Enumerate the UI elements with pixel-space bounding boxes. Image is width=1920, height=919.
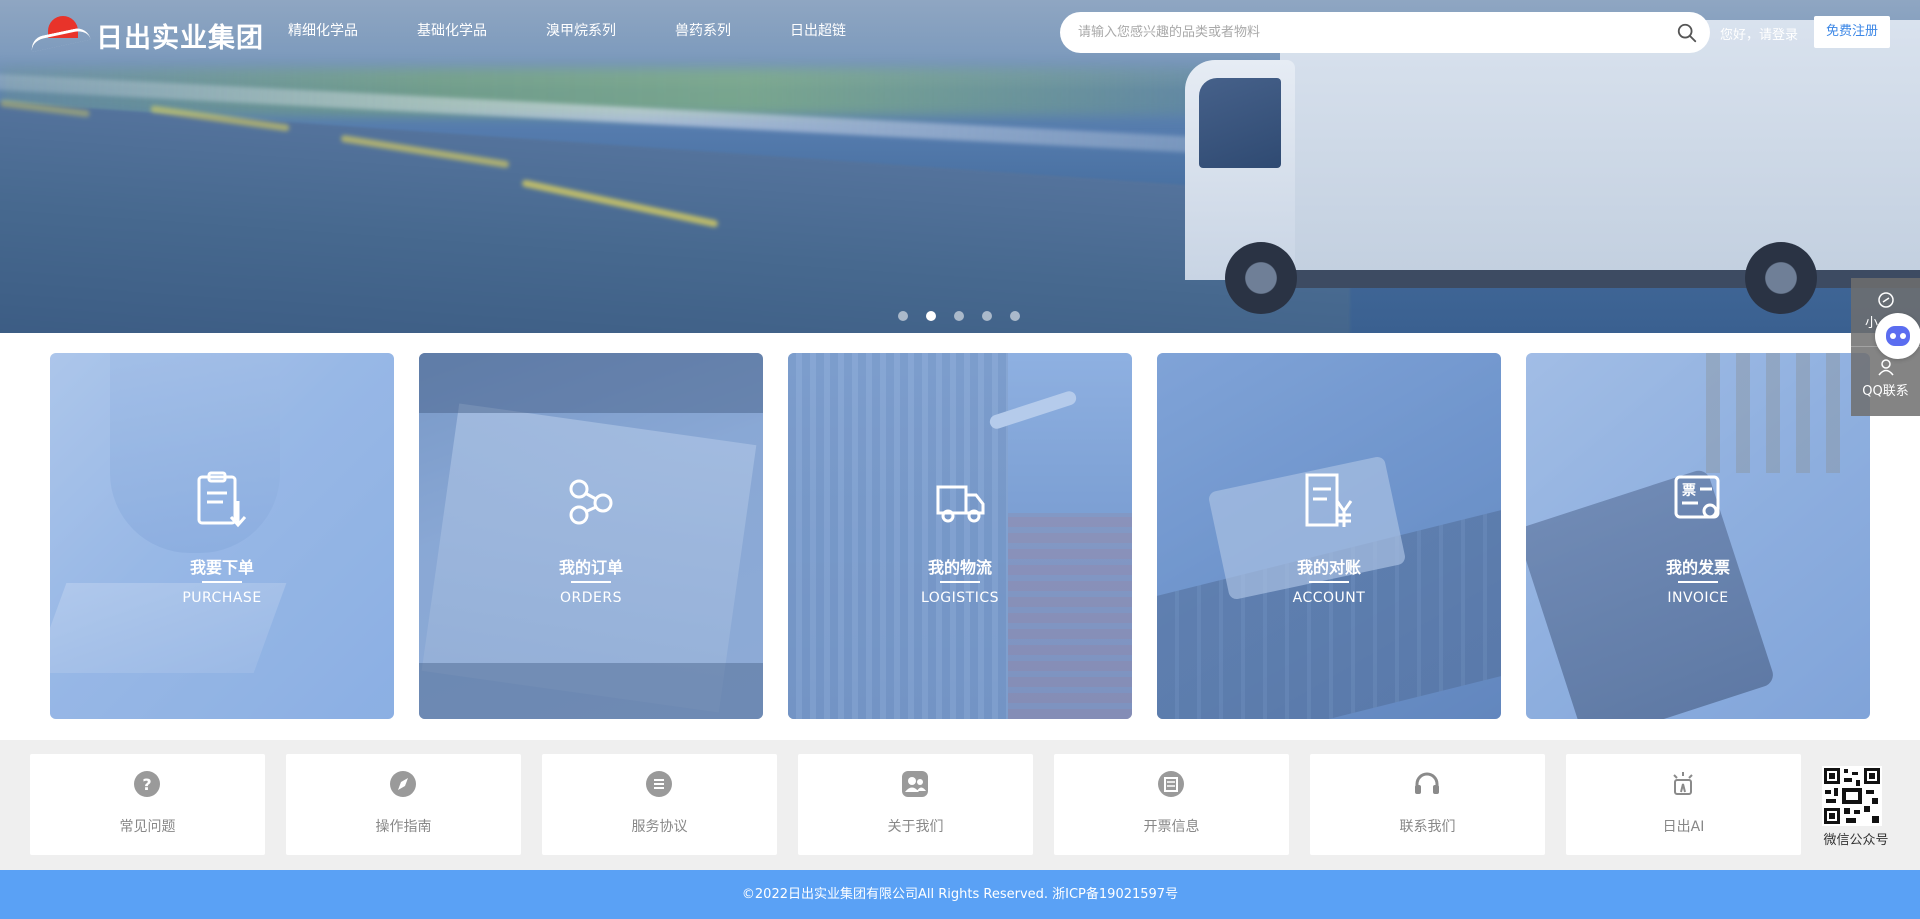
service-card-invoice[interactable]: 票 我的发票 INVOICE xyxy=(1526,353,1870,719)
link-contact[interactable]: 联系我们 xyxy=(1310,754,1545,855)
link-label: 日出AI xyxy=(1662,819,1705,835)
quick-links: ? 常见问题 操作指南 服务协议 关于我们 开票信息 联系我们 日出AI xyxy=(30,754,1822,855)
svg-text:?: ? xyxy=(142,775,151,794)
headset-icon xyxy=(1415,772,1439,794)
users-icon xyxy=(902,771,928,797)
carousel-dot[interactable] xyxy=(954,311,964,321)
link-guide[interactable]: 操作指南 xyxy=(286,754,521,855)
search-icon[interactable] xyxy=(1676,22,1698,44)
nav-item-basic-chemicals[interactable]: 基础化学品 xyxy=(417,20,487,40)
top-header: 日出实业集团 精细化学品 基础化学品 溴甲烷系列 兽药系列 日出超链 您好，请登… xyxy=(0,0,1920,62)
invoice-ticket-icon: 票 xyxy=(1674,475,1720,519)
yuan-document-icon xyxy=(1305,473,1353,527)
carousel-dot[interactable] xyxy=(1010,311,1020,321)
card-subtitle: PURCHASE xyxy=(182,590,262,606)
card-divider xyxy=(571,581,611,583)
nav-item-veterinary[interactable]: 兽药系列 xyxy=(675,20,731,40)
link-faq[interactable]: ? 常见问题 xyxy=(30,754,265,855)
card-subtitle: ACCOUNT xyxy=(1292,590,1366,606)
carousel-dot[interactable] xyxy=(982,311,992,321)
card-divider xyxy=(202,581,242,583)
nav-item-fine-chemicals[interactable]: 精细化学品 xyxy=(288,20,358,40)
footer-copyright: ©2022日出实业集团有限公司All Rights Reserved. 浙ICP… xyxy=(0,870,1920,919)
carousel-dot[interactable] xyxy=(926,311,936,321)
compass-icon xyxy=(390,771,416,797)
float-mini-program[interactable]: 小 xyxy=(1851,292,1920,331)
link-label: 操作指南 xyxy=(375,819,432,835)
login-link[interactable]: 您好，请登录 xyxy=(1720,24,1798,43)
carousel-dot[interactable] xyxy=(898,311,908,321)
card-subtitle: INVOICE xyxy=(1667,590,1729,606)
link-label: 关于我们 xyxy=(887,819,944,835)
wechat-qr-code xyxy=(1822,766,1882,826)
ai-lightbulb-icon xyxy=(1673,772,1693,795)
card-title: 我的发票 xyxy=(1665,558,1730,577)
qq-user-icon xyxy=(1877,359,1894,376)
wechat-label: 微信公众号 xyxy=(1823,833,1889,848)
link-icon xyxy=(1877,292,1894,308)
truck-icon xyxy=(936,485,985,523)
robot-icon xyxy=(1886,326,1910,346)
carousel-indicator xyxy=(898,311,1038,321)
link-label: 常见问题 xyxy=(119,819,176,835)
svg-text:票: 票 xyxy=(1682,483,1696,499)
card-divider xyxy=(940,581,980,583)
link-label: 服务协议 xyxy=(631,819,688,835)
link-invoice-info[interactable]: 开票信息 xyxy=(1054,754,1289,855)
service-card-account[interactable]: 我的对账 ACCOUNT xyxy=(1157,353,1501,719)
link-about[interactable]: 关于我们 xyxy=(798,754,1033,855)
quick-links-bar: ? 常见问题 操作指南 服务协议 关于我们 开票信息 联系我们 日出AI 微信公… xyxy=(0,740,1920,870)
card-title: 我的物流 xyxy=(927,558,992,577)
question-icon: ? xyxy=(134,771,160,797)
list-icon xyxy=(646,771,672,797)
card-divider xyxy=(1678,581,1718,583)
main-nav: 精细化学品 基础化学品 溴甲烷系列 兽药系列 日出超链 xyxy=(288,20,905,40)
link-label: 联系我们 xyxy=(1399,819,1456,835)
share-nodes-icon xyxy=(569,479,613,525)
float-qq-contact[interactable]: QQ联系 xyxy=(1851,358,1920,399)
register-button[interactable]: 免费注册 xyxy=(1814,16,1890,48)
card-title: 我的订单 xyxy=(558,558,623,577)
card-divider xyxy=(1309,581,1349,583)
card-subtitle: ORDERS xyxy=(560,590,622,606)
service-card-purchase[interactable]: 我要下单 PURCHASE xyxy=(50,353,394,719)
chat-bot-button[interactable] xyxy=(1875,313,1920,359)
purchase-clipboard-icon xyxy=(197,471,247,528)
receipt-icon xyxy=(1158,771,1184,797)
search-box xyxy=(1060,12,1710,53)
link-ai[interactable]: 日出AI xyxy=(1566,754,1801,855)
nav-item-methyl-bromide[interactable]: 溴甲烷系列 xyxy=(546,20,616,40)
hero-truck-image xyxy=(1185,20,1920,333)
service-cards: 我要下单 PURCHASE 我的订单 ORDERS 我的物流 LOGISTICS… xyxy=(50,353,1870,719)
card-title: 我要下单 xyxy=(189,558,254,577)
card-title: 我的对账 xyxy=(1296,558,1361,577)
brand-logo[interactable]: 日出实业集团 xyxy=(29,14,263,54)
link-agreement[interactable]: 服务协议 xyxy=(542,754,777,855)
service-card-logistics[interactable]: 我的物流 LOGISTICS xyxy=(788,353,1132,719)
service-card-orders[interactable]: 我的订单 ORDERS xyxy=(419,353,763,719)
brand-name: 日出实业集团 xyxy=(96,23,264,54)
link-label: 开票信息 xyxy=(1143,819,1200,835)
search-input[interactable] xyxy=(1078,12,1638,53)
card-subtitle: LOGISTICS xyxy=(920,590,1000,606)
float-qq-label: QQ联系 xyxy=(1862,384,1909,399)
nav-item-supply-chain[interactable]: 日出超链 xyxy=(790,20,846,40)
